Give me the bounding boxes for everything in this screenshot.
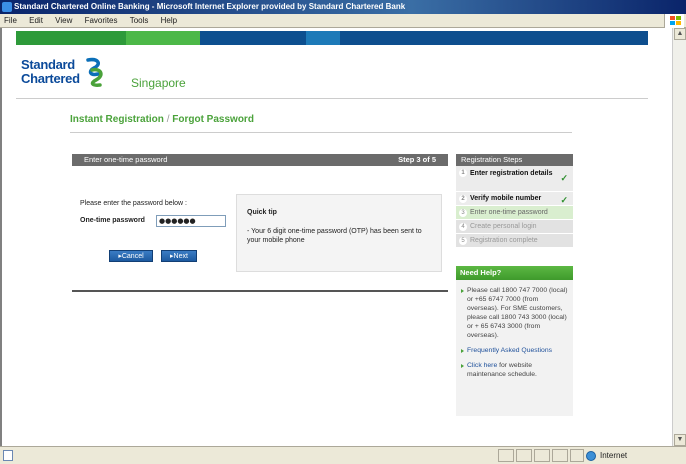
windows-logo-icon [664,14,684,28]
step-item-3: 3 Enter one-time password [456,206,573,220]
menu-view[interactable]: View [50,14,77,28]
status-cell [534,449,550,462]
faq-link[interactable]: Frequently Asked Questions [467,347,552,354]
registration-steps-header: Registration Steps [456,154,573,166]
scroll-down-icon[interactable]: ▼ [674,434,686,446]
help-call-item: Please call 1800 747 7000 (local) or +65… [456,286,568,340]
bullet-arrow-icon [461,349,464,353]
strip-segment [126,31,200,45]
maintenance-link[interactable]: Click here [467,362,497,369]
help-faq-item: Frequently Asked Questions [456,346,568,355]
page-title-forgot: Forgot Password [172,114,254,125]
help-maintenance-item: Click here for website maintenance sched… [456,361,568,379]
country-label: Singapore [131,76,186,90]
page-done-icon [3,450,13,461]
vertical-scrollbar[interactable]: ▲ ▼ [672,28,686,446]
brand-name-line2: Chartered [21,71,80,86]
otp-input[interactable]: ●●●●●● [156,215,226,227]
step-number: 5 [459,237,467,245]
status-bar: Internet [0,446,686,464]
window-title-bar: Standard Chartered Online Banking - Micr… [0,0,686,14]
otp-instruction: Please enter the password below : [80,200,188,207]
step-item-2: 2 Verify mobile number ✓ [456,192,573,206]
menu-favorites[interactable]: Favorites [80,14,123,28]
help-call-text: Please call 1800 747 7000 (local) or +65… [467,287,568,339]
security-zone: Internet [586,449,627,462]
otp-panel: Enter one-time password Step 3 of 5 Plea… [72,154,448,292]
step-label: Registration complete [470,237,538,244]
step-number: 4 [459,223,467,231]
brand-color-strip [16,31,648,45]
otp-panel-header: Enter one-time password Step 3 of 5 [72,154,448,166]
step-number: 1 [459,169,467,177]
header-divider [16,98,648,99]
next-button[interactable]: ▸Next [161,250,197,262]
title-divider [70,132,572,133]
cancel-button[interactable]: ▸Cancel [109,250,153,262]
need-help-panel: Need Help? Please call 1800 747 7000 (lo… [456,266,573,416]
need-help-header: Need Help? [456,266,573,280]
quick-tip-box: Quick tip - Your 6 digit one-time passwo… [236,194,442,272]
status-cell [552,449,568,462]
internet-zone-icon [586,451,596,461]
strip-segment [340,31,648,45]
page-title: Instant Registration / Forgot Password [70,114,254,125]
strip-segment [306,31,340,45]
quick-tip-title: Quick tip [247,209,277,216]
brand-name-line1: Standard [21,57,75,72]
browser-viewport: Standard Chartered Singapore Instant Reg… [0,28,686,446]
status-cell [498,449,514,462]
zone-label: Internet [600,451,628,460]
step-label: Verify mobile number [470,195,542,202]
standard-chartered-logo-icon [86,57,103,87]
status-cell [516,449,532,462]
menu-help[interactable]: Help [156,14,182,28]
ie-app-icon [2,2,12,12]
menu-bar: File Edit View Favorites Tools Help [0,14,686,28]
otp-panel-title: Enter one-time password [84,155,168,164]
strip-segment [16,31,126,45]
step-indicator: Step 3 of 5 [398,155,436,164]
bullet-arrow-icon [461,364,464,368]
scroll-up-icon[interactable]: ▲ [674,28,686,40]
registration-steps: Registration Steps 1 Enter registration … [456,154,573,284]
step-label: Create personal login [470,223,537,230]
window-title: Standard Chartered Online Banking - Micr… [14,2,406,11]
menu-tools[interactable]: Tools [125,14,154,28]
step-label: Enter one-time password [470,209,548,216]
menu-file[interactable]: File [0,14,22,28]
step-item-5: 5 Registration complete [456,234,573,248]
page-title-separator: / [166,114,170,125]
strip-segment [200,31,306,45]
otp-field-label: One-time password [80,217,145,224]
step-number: 2 [459,195,467,203]
step-item-4: 4 Create personal login [456,220,573,234]
menu-edit[interactable]: Edit [24,14,48,28]
quick-tip-text: - Your 6 digit one-time password (OTP) h… [247,228,422,244]
checkmark-icon: ✓ [560,173,568,183]
page-title-registration: Instant Registration [70,114,164,125]
lock-cell [570,449,584,462]
brand-logo-text: Standard Chartered [21,58,80,86]
step-label: Enter registration details [470,170,553,177]
step-item-1: 1 Enter registration details ✓ [456,166,573,192]
step-number: 3 [459,209,467,217]
bullet-arrow-icon [461,289,464,293]
